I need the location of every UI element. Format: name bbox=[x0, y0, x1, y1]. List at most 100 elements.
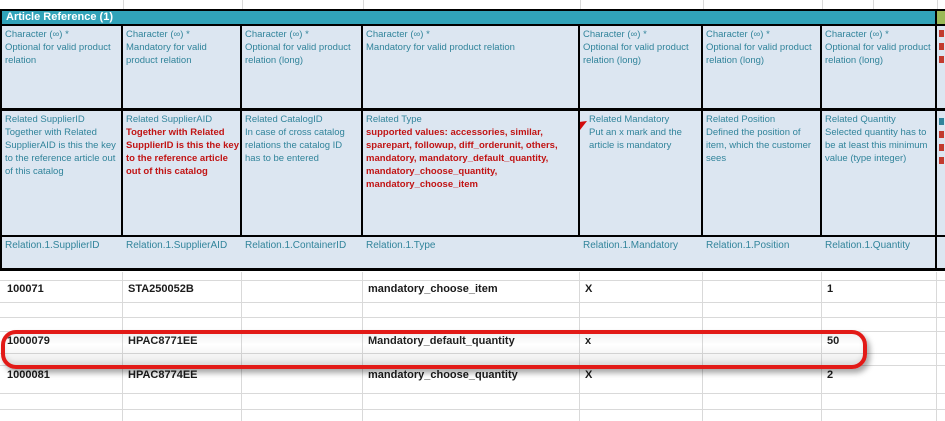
column-border bbox=[578, 26, 580, 237]
cell-type[interactable]: mandatory_choose_item bbox=[363, 280, 580, 295]
datatype-text: Character (∞) * bbox=[5, 28, 120, 41]
table-row: 100071 STA250052B mandatory_choose_item … bbox=[0, 280, 945, 302]
sheet-gridline bbox=[363, 0, 364, 9]
gridline-h bbox=[0, 302, 945, 303]
desc-cell-supplieraid[interactable]: Related SupplierAID Together with Relate… bbox=[123, 111, 242, 235]
desc-cell-mandatory[interactable]: Related Mandatory Put an x mark and the … bbox=[580, 111, 703, 235]
field-cell-containerid[interactable]: Relation.1.ContainerID bbox=[242, 237, 354, 268]
gridline-h bbox=[0, 409, 945, 410]
column-description: In case of cross catalog relations the c… bbox=[245, 126, 360, 165]
table-row: 1000081 HPAC8774EE mandatory_choose_quan… bbox=[0, 366, 945, 388]
table-border-bottom bbox=[0, 268, 945, 271]
table-border-top bbox=[0, 9, 945, 11]
column-description: Selected quantity has to be at least thi… bbox=[825, 126, 932, 165]
sheet-gridline bbox=[873, 0, 874, 9]
field-name: Relation.1.Quantity bbox=[825, 240, 910, 251]
clipped-text-fragment bbox=[939, 131, 944, 138]
clipped-text-fragment bbox=[939, 144, 944, 151]
field-name: Relation.1.SupplierAID bbox=[126, 240, 227, 251]
comment-flag-icon bbox=[579, 121, 588, 131]
cell-supplier-id[interactable]: 100071 bbox=[2, 280, 123, 295]
cell-quantity[interactable]: 1 bbox=[822, 280, 935, 295]
field-cell-quantity[interactable]: Relation.1.Quantity bbox=[822, 237, 935, 268]
column-name: Related CatalogID bbox=[245, 113, 360, 126]
sheet-gridline bbox=[937, 0, 938, 9]
table-border-right bbox=[935, 9, 937, 271]
cell-supplier-aid[interactable]: STA250052B bbox=[123, 280, 242, 295]
datatype-text: Character (∞) * bbox=[825, 28, 932, 41]
type-cell-mandatory[interactable]: Character (∞) * Optional for valid produ… bbox=[580, 26, 703, 108]
type-cell-position[interactable]: Character (∞) * Optional for valid produ… bbox=[703, 26, 822, 108]
type-cell-quantity[interactable]: Character (∞) * Optional for valid produ… bbox=[822, 26, 935, 108]
field-cell-supplieraid[interactable]: Relation.1.SupplierAID bbox=[123, 237, 235, 268]
spreadsheet: Article Reference (1) Character (∞) * Op… bbox=[0, 0, 945, 421]
field-name: Relation.1.Type bbox=[366, 240, 436, 251]
sheet-gridline bbox=[703, 0, 704, 9]
column-border bbox=[361, 26, 363, 237]
column-border bbox=[121, 26, 123, 237]
requirement-text: Optional for valid product relation (lon… bbox=[245, 41, 360, 67]
sheet-gridline bbox=[822, 0, 823, 9]
column-description: Together with Related SupplierAID is thi… bbox=[5, 126, 120, 178]
column-name: Related SupplierID bbox=[5, 113, 120, 126]
field-cell-type[interactable]: Relation.1.Type bbox=[363, 237, 580, 268]
field-name: Relation.1.ContainerID bbox=[245, 240, 346, 251]
field-name: Relation.1.Position bbox=[706, 240, 789, 251]
field-name: Relation.1.Mandatory bbox=[583, 240, 678, 251]
cell-container-id[interactable] bbox=[242, 280, 363, 283]
cell-mandatory[interactable]: X bbox=[580, 280, 703, 295]
desc-cell-supplierid[interactable]: Related SupplierID Together with Related… bbox=[2, 111, 123, 235]
table-title: Article Reference (1) bbox=[6, 11, 113, 23]
requirement-text: Optional for valid product relation (lon… bbox=[583, 41, 700, 67]
column-description: Put an x mark and the article is mandato… bbox=[589, 126, 700, 152]
column-name: Related Position bbox=[706, 113, 819, 126]
sheet-gridline bbox=[242, 0, 243, 9]
type-cell-supplieraid[interactable]: Character (∞) * Mandatory for valid prod… bbox=[123, 26, 242, 108]
sheet-gridline bbox=[123, 0, 124, 9]
datatype-text: Character (∞) * bbox=[126, 28, 239, 41]
clipped-text-fragment bbox=[939, 118, 944, 125]
clipped-text-fragment bbox=[939, 30, 944, 37]
requirement-text: Mandatory for valid product relation bbox=[126, 41, 239, 67]
field-cell-mandatory[interactable]: Relation.1.Mandatory bbox=[580, 237, 703, 268]
field-cell-position[interactable]: Relation.1.Position bbox=[703, 237, 822, 268]
requirement-text: Optional for valid product relation bbox=[5, 41, 120, 67]
datatype-text: Character (∞) * bbox=[706, 28, 819, 41]
sheet-gridline bbox=[580, 0, 581, 9]
column-border bbox=[701, 26, 703, 237]
desc-cell-quantity[interactable]: Related Quantity Selected quantity has t… bbox=[822, 111, 935, 235]
field-cell-supplierid[interactable]: Relation.1.SupplierID bbox=[2, 237, 123, 268]
type-cell-supplierid[interactable]: Character (∞) * Optional for valid produ… bbox=[2, 26, 123, 108]
desc-cell-position[interactable]: Related Position Defined the position of… bbox=[703, 111, 822, 235]
clipped-text-fragment bbox=[939, 56, 944, 63]
datatype-text: Character (∞) * bbox=[583, 28, 700, 41]
table-border bbox=[0, 24, 945, 26]
desc-cell-type[interactable]: Related Type supported values: accessori… bbox=[363, 111, 580, 235]
type-cell-catalogid[interactable]: Character (∞) * Optional for valid produ… bbox=[242, 26, 363, 108]
requirement-text: Optional for valid product relation (lon… bbox=[706, 41, 819, 67]
field-name: Relation.1.SupplierID bbox=[5, 240, 100, 251]
table-border bbox=[0, 235, 945, 237]
column-name: Related SupplierAID bbox=[126, 113, 239, 126]
truncated-column-header bbox=[937, 11, 945, 24]
type-cell-type[interactable]: Character (∞) * Mandatory for valid prod… bbox=[363, 26, 580, 108]
highlight-annotation bbox=[1, 330, 867, 369]
column-border bbox=[820, 26, 822, 237]
column-description: Together with Related SupplierID is this… bbox=[126, 126, 239, 178]
clipped-text-fragment bbox=[939, 43, 944, 50]
table-title-cell[interactable]: Article Reference (1) bbox=[2, 11, 935, 24]
datatype-text: Character (∞) * bbox=[366, 28, 577, 41]
cell-position[interactable] bbox=[703, 280, 822, 283]
gridline-h bbox=[0, 393, 945, 394]
requirement-text: Mandatory for valid product relation bbox=[366, 41, 577, 54]
datatype-text: Character (∞) * bbox=[245, 28, 360, 41]
requirement-text: Optional for valid product relation (lon… bbox=[825, 41, 932, 67]
table-border bbox=[0, 108, 945, 111]
gridline-h bbox=[0, 317, 945, 318]
table-border-left bbox=[0, 9, 2, 271]
column-border bbox=[240, 26, 242, 237]
clipped-text-fragment bbox=[939, 157, 944, 164]
desc-cell-catalogid[interactable]: Related CatalogID In case of cross catal… bbox=[242, 111, 363, 235]
column-name: Related Quantity bbox=[825, 113, 932, 126]
column-description: supported values: accessories, similar, … bbox=[366, 126, 577, 191]
